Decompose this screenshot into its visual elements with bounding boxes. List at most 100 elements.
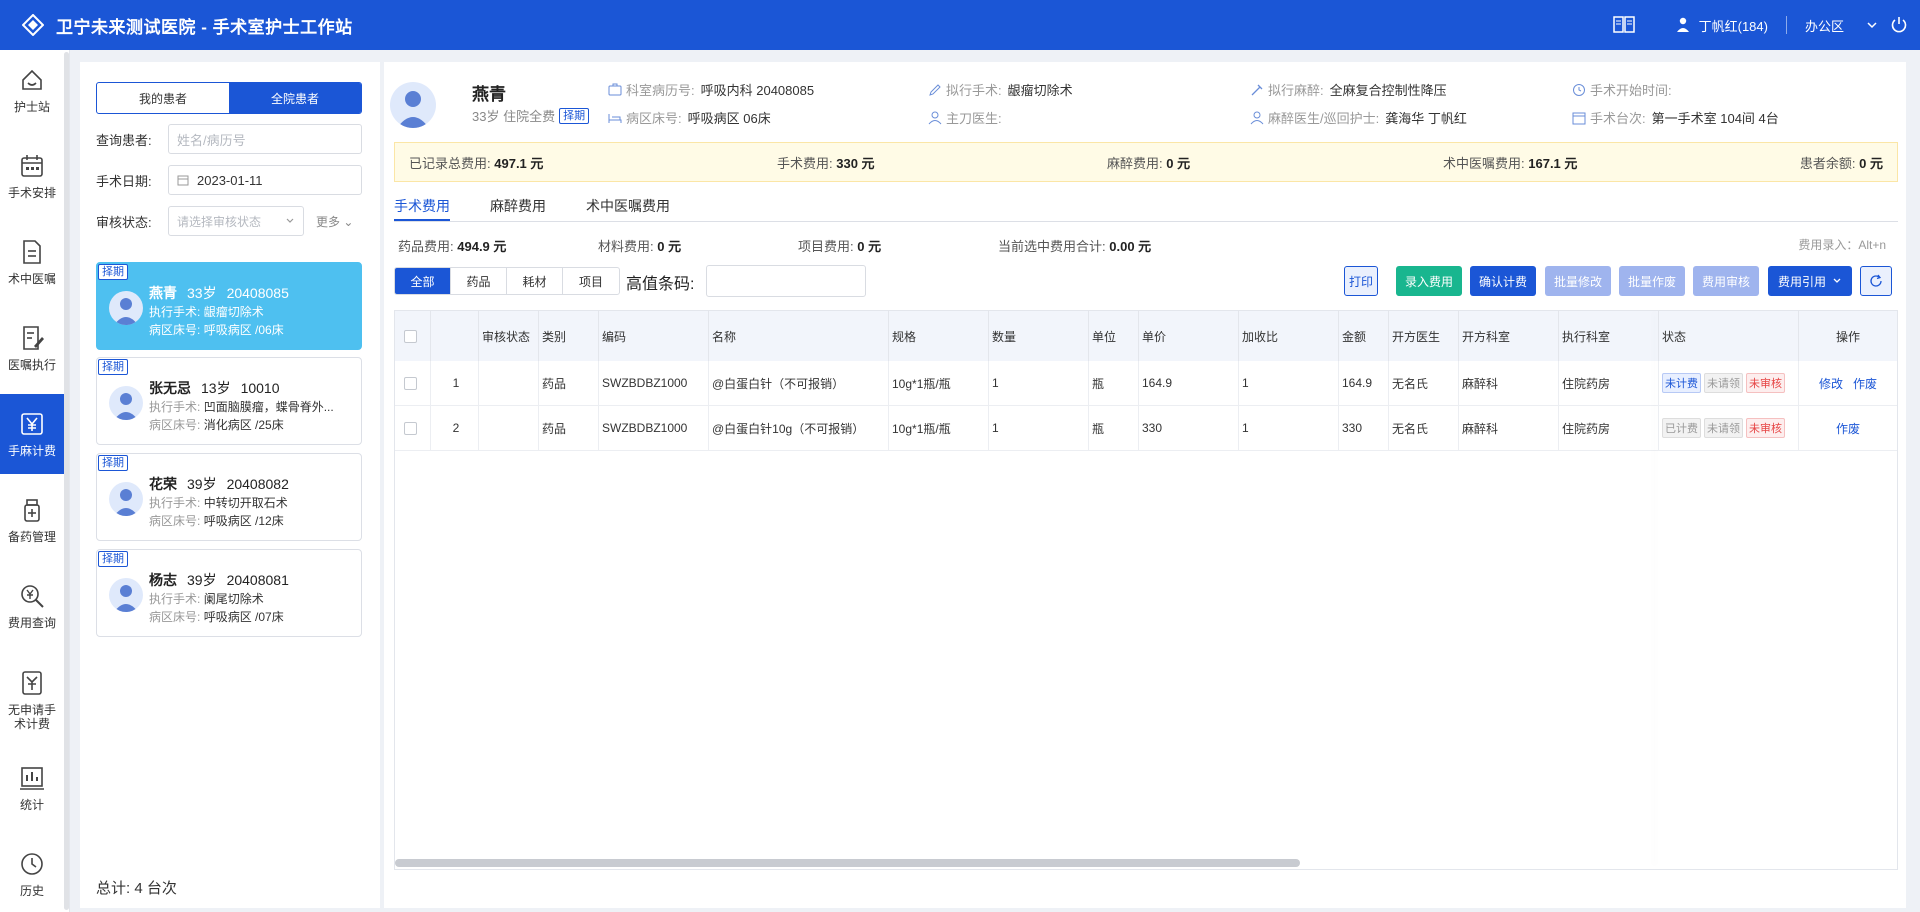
user-name: 丁帆红(184) xyxy=(1698,18,1768,34)
batch-void-button[interactable]: 批量作废 xyxy=(1619,266,1685,296)
audit-status-select[interactable]: 请选择审核状态 xyxy=(168,206,304,236)
op-value: 凹面脑膜瘤，蝶骨脊外... xyxy=(203,400,334,414)
patient-card[interactable]: 择期 杨志 39岁 20408081 执行手术: 阑尾切除术 病区床号: 呼吸病区 … xyxy=(96,549,362,637)
edit-document-icon xyxy=(23,326,44,350)
fee-summary: 已记录总费用: 497.1 元 手术费用: 330 元 麻醉费用: 0 元 术中… xyxy=(394,142,1898,182)
patient-card[interactable]: 择期 燕青 33岁 20408085 执行手术: 龈瘤切除术 病区床号: 呼吸病区 … xyxy=(96,262,362,350)
nav-item-statistics[interactable]: 统计 xyxy=(0,748,64,828)
batch-edit-button[interactable]: 批量修改 xyxy=(1545,266,1611,296)
tab-intraop-order-fee[interactable]: 术中医嘱费用 xyxy=(586,196,670,216)
nav-item-nurse-station[interactable]: 护士站 xyxy=(0,50,64,130)
row-checkbox[interactable] xyxy=(404,376,417,390)
cell-dept: 麻醉科 xyxy=(1459,406,1559,451)
confirm-billing-button[interactable]: 确认计费 xyxy=(1470,266,1536,296)
cell-exec: 住院药房 xyxy=(1559,406,1659,451)
row-checkbox[interactable] xyxy=(404,421,417,435)
user-menu[interactable]: 丁帆红(184) xyxy=(1675,16,1768,35)
summary-balance-value: 0 元 xyxy=(1859,155,1883,171)
column-header-name: 名称 xyxy=(709,311,889,361)
all-patients-tab[interactable]: 全院患者 xyxy=(229,83,361,113)
chevron-down-icon xyxy=(286,218,294,223)
calendar-icon xyxy=(177,175,189,186)
fee-quote-label: 费用引用 xyxy=(1777,274,1826,289)
patient-card[interactable]: 择期 花荣 39岁 20408082 执行手术: 中转切开取石术 病区床号: 呼吸病… xyxy=(96,453,362,541)
nav-item-fee-query[interactable]: 费用查询 xyxy=(0,566,64,646)
summary-anes: 麻醉费用: 0 元 xyxy=(1107,153,1190,172)
row-checkbox-cell xyxy=(395,406,431,451)
bed-label: 病区床号: xyxy=(149,610,201,624)
enter-fee-button[interactable]: 录入费用 xyxy=(1396,266,1462,296)
my-patients-tab[interactable]: 我的患者 xyxy=(97,83,229,113)
cell-category: 药品 xyxy=(539,361,599,406)
fee-audit-button[interactable]: 费用审核 xyxy=(1693,266,1759,296)
shortcut-hint: 费用录入：Alt+n xyxy=(1798,238,1886,252)
calendar-icon xyxy=(1572,112,1586,124)
avatar xyxy=(390,82,436,128)
summary-total-value: 497.1 元 xyxy=(494,155,544,171)
patient-age-type: 33岁 住院全费 xyxy=(472,109,556,124)
bed-value: 呼吸病区 /12床 xyxy=(203,514,284,528)
book-icon[interactable] xyxy=(1612,16,1635,34)
edit-link[interactable]: 修改 xyxy=(1819,375,1843,392)
cell-price: 330 xyxy=(1139,406,1239,451)
document-icon xyxy=(23,240,41,264)
power-icon[interactable] xyxy=(1890,16,1908,34)
filter-drug[interactable]: 药品 xyxy=(451,268,507,294)
nav-item-intraop-orders[interactable]: 术中医嘱 xyxy=(0,222,64,302)
nav-item-surgery-schedule[interactable]: 手术安排 xyxy=(0,136,64,216)
surgery-date-input[interactable]: 2023-01-11 xyxy=(168,165,362,195)
nav-item-drug-prep[interactable]: 备药管理 xyxy=(0,480,64,560)
patient-card[interactable]: 择期 张无忌 13岁 10010 执行手术: 凹面脑膜瘤，蝶骨脊外... 病区床号:… xyxy=(96,357,362,445)
clock-icon xyxy=(1573,83,1585,96)
print-button[interactable]: 打印 xyxy=(1344,266,1378,296)
op-label: 执行手术: xyxy=(149,592,201,606)
column-header-unit: 单位 xyxy=(1089,311,1139,361)
summary-order-value: 167.1 元 xyxy=(1528,155,1578,171)
cell-code: SWZBDBZ1000 xyxy=(599,361,709,406)
nav-label: 术中医嘱 xyxy=(7,272,56,286)
filter-item[interactable]: 项目 xyxy=(563,268,619,294)
audit-label: 审核状态: xyxy=(96,214,152,230)
fee-tabs: 手术费用 麻醉费用 术中医嘱费用 xyxy=(394,186,1898,222)
patient-name: 燕青 xyxy=(149,285,177,301)
refresh-icon xyxy=(1870,274,1882,287)
op-label: 执行手术: xyxy=(149,400,201,414)
nav-item-order-execution[interactable]: 医嘱执行 xyxy=(0,308,64,388)
filter-all[interactable]: 全部 xyxy=(395,268,451,294)
op-value: 中转切开取石术 xyxy=(203,496,288,510)
op-value: 龈瘤切除术 xyxy=(203,305,264,319)
filter-material[interactable]: 耗材 xyxy=(507,268,563,294)
select-all-checkbox[interactable] xyxy=(404,329,417,343)
void-link[interactable]: 作废 xyxy=(1836,420,1860,437)
nurse-icon xyxy=(1250,111,1264,124)
office-selector[interactable]: 办公区 xyxy=(1805,16,1878,35)
status-badge: 未请领 xyxy=(1704,373,1743,393)
nav-item-no-apply-billing[interactable]: 无申请手术计费 xyxy=(0,652,64,748)
patient-op-line: 执行手术: 阑尾切除术 xyxy=(149,590,355,607)
nav-item-history[interactable]: 历史 xyxy=(0,834,64,912)
plan-op-label: 拟行手术: xyxy=(946,83,1002,98)
summary-balance-label: 患者余额: xyxy=(1799,155,1856,171)
fee-quote-button[interactable]: 费用引用 xyxy=(1768,266,1852,296)
more-filters-link[interactable]: 更多 ⌄ xyxy=(316,213,353,230)
nav-label: 手麻计费 xyxy=(7,444,56,458)
nav-item-anesthesia-billing[interactable]: 手麻计费 xyxy=(0,394,64,474)
barcode-input[interactable] xyxy=(706,265,866,297)
cell-actions: 修改 作废 xyxy=(1799,361,1897,406)
cell-name: @白蛋白针（不可报销） xyxy=(709,361,889,406)
summary-order-label: 术中医嘱费用: xyxy=(1443,155,1525,171)
status-badge: 已计费 xyxy=(1662,418,1701,438)
refresh-button[interactable] xyxy=(1860,266,1892,296)
dept-value: 呼吸内科 20408085 xyxy=(700,83,815,98)
tab-anesthesia-fee[interactable]: 麻醉费用 xyxy=(490,196,546,216)
void-link[interactable]: 作废 xyxy=(1853,375,1877,392)
column-header-amount: 金额 xyxy=(1339,311,1389,361)
fee-table: 审核状态 类别 编码 名称 规格 数量 单位 单价 加收比 金额 开方医生 开方… xyxy=(394,310,1898,870)
cell-spec: 10g*1瓶/瓶 xyxy=(889,361,989,406)
patient-search-input[interactable]: 姓名/病历号 xyxy=(168,124,362,154)
table-horizontal-scrollbar[interactable] xyxy=(395,859,1300,867)
tab-surgery-fee[interactable]: 手术费用 xyxy=(394,196,450,216)
drug-fee-value: 494.9 元 xyxy=(457,239,507,254)
sidebar-scrollbar[interactable] xyxy=(64,52,69,910)
plan-op-info: 拟行手术: 龈瘤切除术 xyxy=(928,80,1073,99)
